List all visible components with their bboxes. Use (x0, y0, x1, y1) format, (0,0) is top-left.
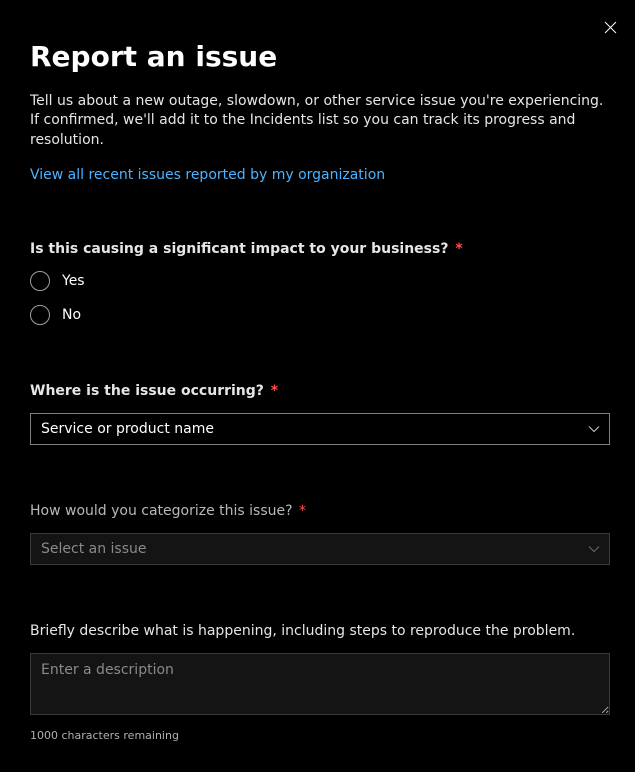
view-issues-link[interactable]: View all recent issues reported by my or… (30, 167, 385, 183)
where-label-text: Where is the issue occurring? (30, 383, 264, 399)
char-counter: 1000 characters remaining (30, 729, 605, 742)
close-button[interactable] (595, 14, 625, 44)
required-asterisk: * (299, 503, 306, 519)
radio-yes-label: Yes (62, 273, 85, 289)
dialog-content: Report an issue Tell us about a new outa… (0, 0, 635, 772)
where-select-wrap: Service or product name (30, 413, 610, 445)
radio-no-label: No (62, 307, 81, 323)
impact-section: Is this causing a significant impact to … (30, 241, 605, 325)
impact-label: Is this causing a significant impact to … (30, 241, 605, 257)
radio-no[interactable]: No (30, 305, 605, 325)
describe-textarea[interactable] (30, 653, 610, 715)
dialog-title: Report an issue (30, 40, 605, 74)
describe-section: Briefly describe what is happening, incl… (30, 623, 605, 742)
radio-icon (30, 305, 50, 325)
close-icon (604, 21, 617, 37)
category-select: Select an issue (30, 533, 610, 565)
where-label: Where is the issue occurring? * (30, 383, 605, 399)
dialog-description: Tell us about a new outage, slowdown, or… (30, 92, 605, 151)
required-asterisk: * (455, 241, 462, 257)
radio-yes[interactable]: Yes (30, 271, 605, 291)
describe-label: Briefly describe what is happening, incl… (30, 623, 605, 639)
required-asterisk: * (271, 383, 278, 399)
category-section: How would you categorize this issue? * S… (30, 503, 605, 565)
where-select[interactable]: Service or product name (30, 413, 610, 445)
category-label: How would you categorize this issue? * (30, 503, 605, 519)
category-label-text: How would you categorize this issue? (30, 503, 293, 519)
where-section: Where is the issue occurring? * Service … (30, 383, 605, 445)
radio-icon (30, 271, 50, 291)
impact-label-text: Is this causing a significant impact to … (30, 241, 448, 257)
category-select-wrap: Select an issue (30, 533, 610, 565)
